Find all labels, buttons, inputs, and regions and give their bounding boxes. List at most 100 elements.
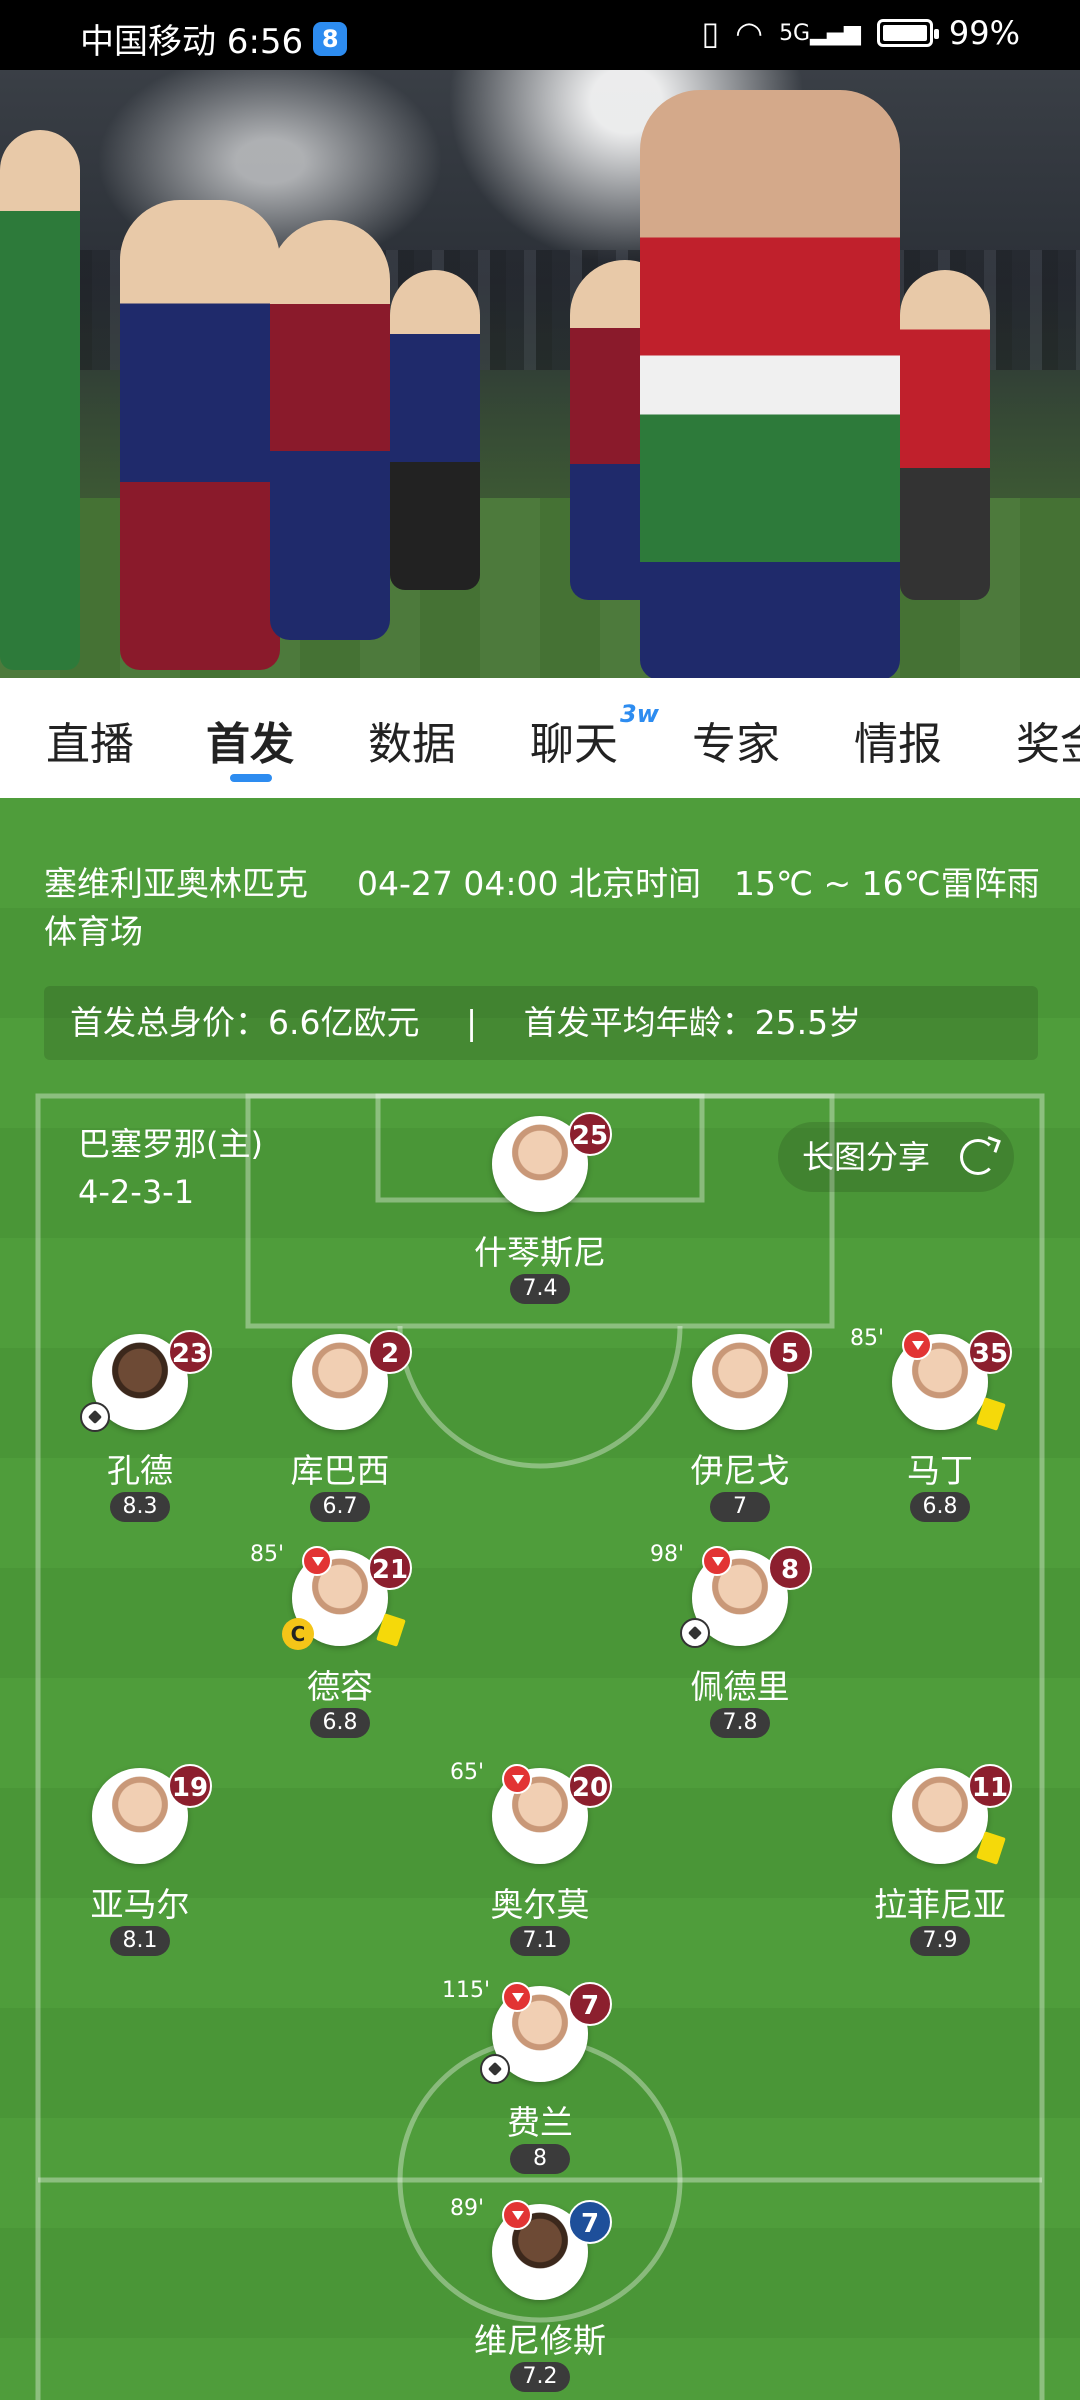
player-card[interactable]: 85' 35 马丁 6.8 xyxy=(820,1326,1060,1534)
tab-stats[interactable]: 数据 xyxy=(368,708,456,772)
live-video-player[interactable] xyxy=(0,70,1080,678)
player-card[interactable]: 19 亚马尔 8.1 xyxy=(20,1764,260,1968)
player-name: 什琴斯尼 xyxy=(474,1233,606,1272)
match-info: 塞维利亚奥林匹克 04-27 04:00 北京时间 15℃ ~ 16℃雷阵雨 体… xyxy=(44,860,1044,956)
video-player-figure xyxy=(270,220,390,640)
refresh-share-icon xyxy=(960,1139,996,1175)
summary-separator: | xyxy=(465,1003,478,1042)
jersey-number: 23 xyxy=(168,1330,212,1374)
share-label: 长图分享 xyxy=(802,1138,931,1176)
player-rating: 6.8 xyxy=(310,1708,370,1738)
jersey-number: 20 xyxy=(568,1764,612,1808)
player-card[interactable]: 25 什琴斯尼 7.4 xyxy=(420,1112,660,1316)
signal-icon: 5G▂▄▆ xyxy=(779,20,861,46)
jersey-number: 35 xyxy=(968,1330,1012,1374)
football-icon xyxy=(680,1618,710,1648)
lineup-summary: 首发总身价：6.6亿欧元 | 首发平均年龄：25.5岁 xyxy=(44,986,1038,1060)
status-bar: 中国移动 6:56 8 ▯ ◠ 5G▂▄▆ 99% xyxy=(0,0,1080,70)
tab-bar: 直播 首发 数据 聊天 3w 专家 情报 奖金 xyxy=(0,678,1080,798)
player-rating: 7.1 xyxy=(510,1926,570,1956)
team-info: 巴塞罗那(主) 4-2-3-1 xyxy=(78,1120,263,1216)
battery-percent: 99% xyxy=(948,14,1020,52)
substitution-time: 115' xyxy=(442,1978,491,2003)
player-name: 奥尔莫 xyxy=(490,1885,590,1924)
player-card[interactable]: 65' 20 奥尔莫 7.1 xyxy=(420,1760,660,1968)
jersey-number: 2 xyxy=(368,1330,412,1374)
video-player-figure xyxy=(120,200,280,670)
jersey-number: 7 xyxy=(568,2200,612,2244)
wifi-icon: ◠ xyxy=(735,14,764,52)
video-player-figure xyxy=(0,130,80,670)
substitution-off-icon xyxy=(702,1546,732,1576)
tab-lineup[interactable]: 首发 xyxy=(206,708,294,772)
player-name: 德容 xyxy=(307,1667,373,1706)
player-name: 库巴西 xyxy=(290,1451,390,1490)
vibrate-icon: ▯ xyxy=(701,14,720,52)
player-rating: 8 xyxy=(510,2144,570,2174)
formation: 4-2-3-1 xyxy=(78,1173,195,1211)
football-icon xyxy=(480,2054,510,2084)
player-name: 费兰 xyxy=(507,2103,573,2142)
tab-intel[interactable]: 情报 xyxy=(854,708,942,772)
jersey-number: 19 xyxy=(168,1764,212,1808)
tab-experts[interactable]: 专家 xyxy=(692,708,780,772)
player-name: 马丁 xyxy=(907,1451,973,1490)
total-market-value: 首发总身价：6.6亿欧元 xyxy=(70,1003,420,1042)
chat-count-badge: 3w xyxy=(620,700,659,728)
player-rating: 7.8 xyxy=(710,1708,770,1738)
player-card[interactable]: 11 拉菲尼亚 7.9 xyxy=(820,1764,1060,1968)
substitution-time: 85' xyxy=(250,1542,285,1567)
player-card[interactable]: 89' 7 维尼修斯 7.2 xyxy=(420,2196,660,2400)
active-tab-indicator xyxy=(230,774,272,782)
player-name: 佩德里 xyxy=(690,1667,790,1706)
player-name: 维尼修斯 xyxy=(474,2321,606,2360)
player-rating: 7.2 xyxy=(510,2362,570,2392)
player-rating: 8.3 xyxy=(110,1492,170,1522)
lineup-pitch: 塞维利亚奥林匹克 04-27 04:00 北京时间 15℃ ~ 16℃雷阵雨 体… xyxy=(0,798,1080,2400)
tab-chat-label: 聊天 xyxy=(530,719,618,770)
share-long-image-button[interactable]: 长图分享 xyxy=(778,1122,1014,1192)
substitution-time: 85' xyxy=(850,1326,885,1351)
video-player-figure xyxy=(390,270,480,590)
player-card[interactable]: 115' 7 费兰 8 xyxy=(420,1978,660,2186)
player-rating: 7.9 xyxy=(910,1926,970,1956)
jersey-number: 5 xyxy=(768,1330,812,1374)
video-player-figure xyxy=(900,270,990,600)
substitution-off-icon xyxy=(502,1982,532,2012)
player-rating: 6.7 xyxy=(310,1492,370,1522)
captain-badge: C xyxy=(282,1618,314,1650)
player-card[interactable]: 85' 21 C 德容 6.8 xyxy=(220,1542,460,1750)
tab-live[interactable]: 直播 xyxy=(46,708,134,772)
substitution-off-icon xyxy=(302,1546,332,1576)
jersey-number: 7 xyxy=(568,1982,612,2026)
venue-line1: 塞维利亚奥林匹克 xyxy=(44,864,308,903)
jersey-number: 8 xyxy=(768,1546,812,1590)
match-datetime: 04-27 04:00 北京时间 xyxy=(357,864,701,903)
football-icon xyxy=(80,1402,110,1432)
venue-line2: 体育场 xyxy=(44,912,143,951)
tab-chat[interactable]: 聊天 3w xyxy=(530,700,659,772)
player-name: 亚马尔 xyxy=(90,1885,190,1924)
team-name: 巴塞罗那(主) xyxy=(78,1125,263,1163)
player-rating: 6.8 xyxy=(910,1492,970,1522)
player-card[interactable]: 2 库巴西 6.7 xyxy=(220,1330,460,1534)
video-player-figure xyxy=(640,90,900,678)
substitution-off-icon xyxy=(502,2200,532,2230)
substitution-off-icon xyxy=(502,1764,532,1794)
player-rating: 7.4 xyxy=(510,1274,570,1304)
player-name: 拉菲尼亚 xyxy=(874,1885,1006,1924)
substitution-time: 98' xyxy=(650,1542,685,1567)
player-card[interactable]: 98' 8 佩德里 7.8 xyxy=(620,1542,860,1750)
jersey-number: 11 xyxy=(968,1764,1012,1808)
substitution-time: 89' xyxy=(450,2196,485,2221)
jersey-number: 25 xyxy=(568,1112,612,1156)
match-weather: 15℃ ~ 16℃雷阵雨 xyxy=(733,864,1040,903)
tab-bonus[interactable]: 奖金 xyxy=(1016,708,1080,772)
network-type: 5G xyxy=(779,20,811,46)
substitution-time: 65' xyxy=(450,1760,485,1785)
substitution-off-icon xyxy=(902,1330,932,1360)
carrier-time: 中国移动 6:56 xyxy=(80,22,304,62)
player-rating: 7 xyxy=(710,1492,770,1522)
average-age: 首发平均年龄：25.5岁 xyxy=(523,1003,862,1042)
battery-icon xyxy=(876,19,939,47)
